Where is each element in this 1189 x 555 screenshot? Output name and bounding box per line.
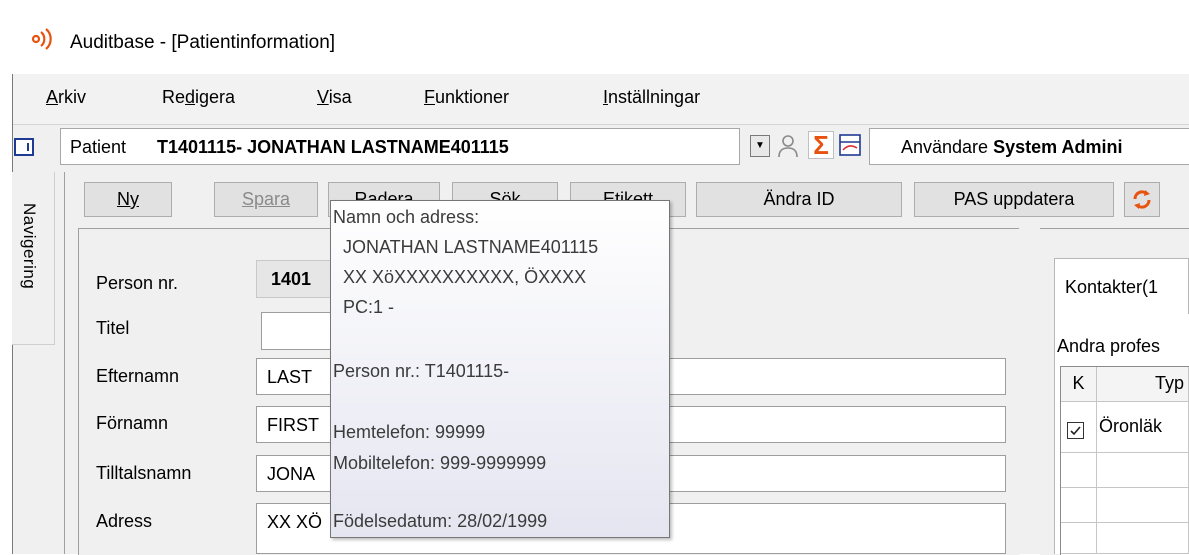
pas-update-button[interactable]: PAS uppdatera (914, 182, 1114, 217)
change-id-button[interactable]: Ändra ID (696, 182, 902, 217)
navigation-label[interactable]: Navigering (19, 203, 39, 289)
menu-redigera[interactable]: Redigera (162, 87, 235, 108)
patient-window-icon[interactable] (14, 138, 34, 156)
divider (64, 172, 65, 554)
grid-cell (1061, 453, 1097, 488)
grid-cell (1097, 453, 1189, 488)
contacts-caption: Andra profes (1057, 336, 1161, 356)
grid-cell (1061, 523, 1097, 554)
grid-cell (1097, 488, 1189, 523)
chevron-down-icon[interactable]: ▼ (750, 135, 770, 157)
tooltip-fodelsedatum: Födelsedatum: 28/02/1999 (333, 511, 548, 531)
tooltip-address: XX XöXXXXXXXXXX, ÖXXXX (343, 267, 587, 287)
table-row[interactable]: Öronläk (1097, 402, 1189, 453)
grid-header-k[interactable]: K (1061, 367, 1097, 402)
efternamn-label: Efternamn (96, 366, 180, 386)
tooltip-mobiltelefon: Mobiltelefon: 999-9999999 (333, 453, 547, 473)
grid-header-typ[interactable]: Typ (1097, 367, 1189, 402)
patient-tooltip: Namn och adress: JONATHAN LASTNAME401115… (330, 200, 670, 538)
tab-contacts[interactable]: Kontakter(1 (1054, 258, 1189, 314)
checkbox[interactable] (1067, 422, 1084, 439)
tilltalsnamn-label: Tilltalsnamn (96, 463, 192, 483)
person-nr-field: 1401 (256, 260, 336, 298)
sigma-icon[interactable]: Σ (808, 131, 834, 159)
app-logo-icon (31, 28, 52, 50)
person-icon[interactable] (777, 134, 799, 158)
menu-funktioner[interactable]: Funktioner (424, 87, 509, 108)
tooltip-pc: PC:1 - (343, 297, 395, 317)
fornamn-label: Förnamn (96, 413, 169, 433)
titel-field[interactable] (261, 312, 341, 350)
person-nr-label: Person nr. (96, 273, 179, 293)
refresh-button[interactable] (1124, 182, 1160, 217)
tooltip-hemtelefon: Hemtelefon: 99999 (333, 422, 486, 442)
save-button[interactable]: Spara (214, 182, 318, 217)
tooltip-name: JONATHAN LASTNAME401115 (343, 237, 599, 257)
titel-label: Titel (96, 318, 130, 338)
patient-value: T1401115- JONATHAN LASTNAME401115 (157, 137, 509, 157)
menu-visa[interactable]: Visa (317, 87, 352, 108)
refresh-icon (1133, 190, 1151, 209)
chart-icon[interactable] (839, 134, 861, 156)
window-title: Auditbase - [Patientinformation] (70, 32, 336, 53)
tooltip-heading: Namn och adress: (333, 207, 480, 227)
adress-label: Adress (96, 511, 153, 531)
menu-arkiv[interactable]: Arkiv (46, 87, 86, 108)
tooltip-person-nr: Person nr.: T1401115- (333, 361, 510, 381)
checkmark-icon (1070, 426, 1081, 436)
new-button[interactable]: Ny (84, 182, 172, 217)
menu-installningar[interactable]: Inställningar (603, 87, 700, 108)
user-display: Användare System Admini (901, 137, 1123, 157)
grid-cell (1061, 488, 1097, 523)
grid-cell (1097, 523, 1189, 554)
patient-label: Patient (70, 137, 127, 157)
